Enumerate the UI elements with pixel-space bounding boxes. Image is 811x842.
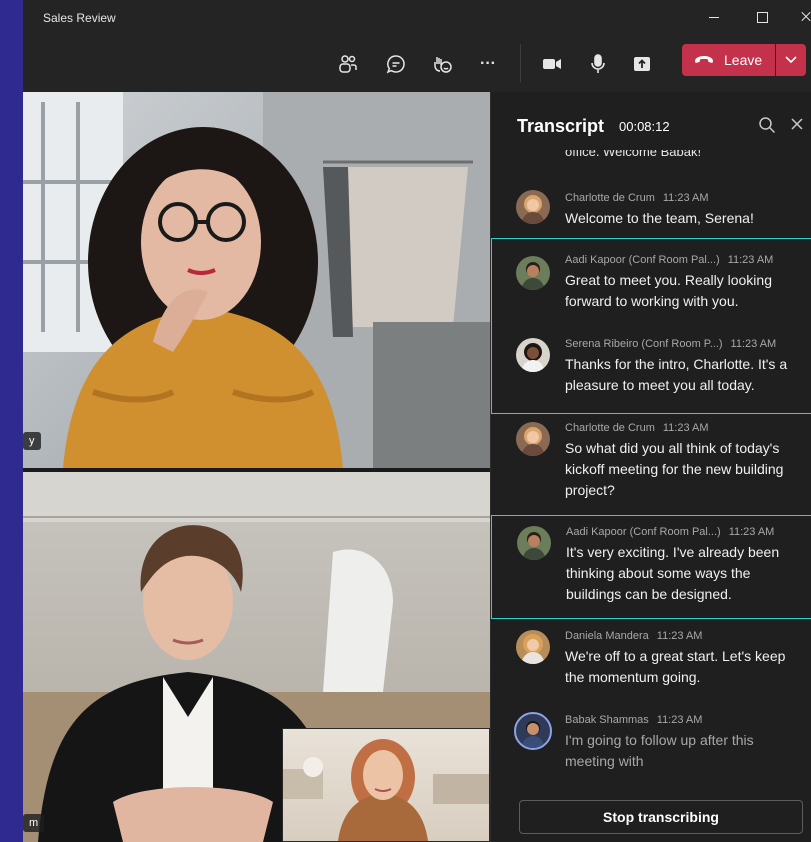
chat-icon	[386, 55, 405, 74]
entry-time: 11:23 AM	[727, 254, 774, 266]
entry-time: 11:23 AM	[730, 338, 777, 350]
speaker-name: Charlotte de Crum	[565, 192, 655, 204]
transcript-title: Transcript	[517, 116, 605, 136]
mic-icon	[591, 54, 605, 73]
transcript-close-button[interactable]	[789, 116, 805, 137]
share-content-button[interactable]	[628, 50, 656, 78]
avatar	[516, 256, 550, 290]
transcript-entry-text: It's very exciting. I've already been th…	[566, 544, 780, 602]
people-icon	[339, 55, 357, 73]
entry-time: 11:23 AM	[728, 526, 775, 538]
leave-label: Leave	[724, 52, 763, 68]
hang-up-icon	[695, 56, 713, 63]
speaker-name: Charlotte de Crum	[565, 422, 655, 434]
participant-name-chip-2: m	[23, 814, 45, 832]
transcript-entry-meta: Charlotte de Crum 11:23 AM	[565, 422, 709, 434]
camera-button[interactable]	[538, 50, 566, 78]
share-icon	[634, 57, 650, 71]
avatar	[516, 190, 550, 224]
window-title: Sales Review	[43, 11, 116, 25]
close-window-button[interactable]	[797, 8, 811, 26]
more-actions-button[interactable]: ···	[474, 50, 502, 78]
avatar	[516, 338, 550, 372]
transcript-entry-text: Thanks for the intro, Charlotte. It's a …	[565, 356, 788, 393]
leave-options-dropdown[interactable]	[776, 44, 806, 76]
microphone-button[interactable]	[584, 50, 612, 78]
avatar	[516, 422, 550, 456]
transcript-entry: Aadi Kapoor (Conf Room Pal...) 11:23 AM I…	[491, 515, 811, 619]
transcript-entry: Serena Ribeiro (Conf Room P...) 11:23 AM …	[491, 330, 811, 410]
transcript-entry: Charlotte de Crum 11:23 AM Welcome to the…	[491, 182, 811, 242]
transcript-elapsed-time: 00:08:12	[619, 119, 670, 134]
title-bar: Sales Review	[23, 0, 811, 36]
transcript-entry: Aadi Kapoor (Conf Room Pal...) 11:23 AM G…	[491, 246, 811, 322]
meeting-toolbar: ··· Leave	[23, 36, 811, 92]
maximize-button[interactable]	[753, 8, 771, 26]
stop-transcribing-label: Stop transcribing	[603, 809, 719, 825]
speaker-name: Aadi Kapoor (Conf Room Pal...)	[566, 526, 721, 538]
transcript-entry-text: Welcome to the team, Serena!	[565, 210, 754, 226]
self-view-video[interactable]	[282, 728, 490, 842]
speaker-name: Daniela Mandera	[565, 630, 649, 642]
transcript-entry-meta: Serena Ribeiro (Conf Room P...) 11:23 AM	[565, 338, 776, 350]
transcript-entry-text: Great to meet you. Really looking forwar…	[565, 272, 772, 309]
transcript-entry-text: So what did you all think of today's kic…	[565, 440, 784, 498]
entry-time: 11:23 AM	[662, 192, 709, 204]
chevron-down-icon	[785, 56, 797, 64]
transcript-entry-meta: Charlotte de Crum 11:23 AM	[565, 192, 709, 204]
leave-button[interactable]: Leave	[682, 44, 775, 76]
transcript-entry-meta: Babak Shammas 11:23 AM	[565, 714, 702, 726]
transcript-panel: Transcript 00:08:12 office. Welcome Baba…	[490, 92, 811, 842]
people-button[interactable]	[334, 50, 362, 78]
search-icon	[759, 117, 776, 134]
toolbar-divider	[520, 44, 521, 82]
transcript-entry-text: We're off to a great start. Let's keep t…	[565, 648, 786, 685]
speaker-name: Serena Ribeiro (Conf Room P...)	[565, 338, 723, 350]
transcript-entry: Charlotte de Crum 11:23 AM So what did yo…	[491, 414, 811, 514]
transcript-cutoff-line: office. Welcome Babak!	[565, 150, 701, 160]
minimize-button[interactable]	[705, 8, 723, 26]
close-icon	[791, 118, 803, 130]
self-view-video-frame	[283, 739, 489, 841]
reactions-icon	[434, 57, 452, 73]
transcript-entry-meta: Aadi Kapoor (Conf Room Pal...) 11:23 AM	[566, 526, 774, 538]
stop-transcribing-button[interactable]: Stop transcribing	[519, 800, 803, 834]
speaker-name: Aadi Kapoor (Conf Room Pal...)	[565, 254, 720, 266]
transcript-cutoff-text: office. Welcome Babak!	[565, 150, 702, 159]
entry-time: 11:23 AM	[656, 630, 703, 642]
speaker-name: Babak Shammas	[565, 714, 649, 726]
avatar	[516, 630, 550, 664]
participant-video-1-frame	[23, 92, 490, 468]
participant-video-1[interactable]: y	[23, 92, 490, 468]
participant-name-chip-1: y	[23, 432, 41, 450]
avatar	[514, 712, 552, 750]
transcript-entry: Babak Shammas 11:23 AM I'm going to follo…	[491, 706, 811, 776]
transcript-entry-text: I'm going to follow up after this meetin…	[565, 732, 754, 769]
transcript-entry-meta: Aadi Kapoor (Conf Room Pal...) 11:23 AM	[565, 254, 773, 266]
more-icon: ···	[480, 55, 496, 72]
transcript-entry: Daniela Mandera 11:23 AM We're off to a g…	[491, 622, 811, 702]
reactions-button[interactable]	[428, 50, 456, 78]
transcript-search-button[interactable]	[758, 116, 776, 139]
camera-icon	[543, 59, 561, 69]
teams-meeting-window: Sales Review ··· Leave y m Transcript 00…	[23, 0, 811, 842]
chat-button[interactable]	[382, 50, 410, 78]
entry-time: 11:23 AM	[662, 422, 709, 434]
entry-time: 11:23 AM	[656, 714, 703, 726]
avatar	[517, 526, 551, 560]
transcript-entry-meta: Daniela Mandera 11:23 AM	[565, 630, 702, 642]
